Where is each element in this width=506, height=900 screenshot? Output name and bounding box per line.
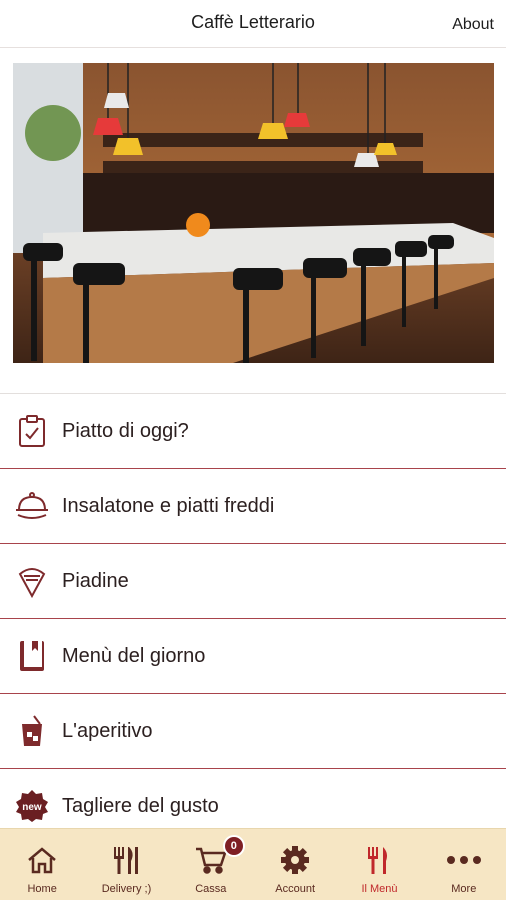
menu-item-aperitivo[interactable]: L'aperitivo xyxy=(0,694,506,769)
new-badge-icon: new xyxy=(14,788,50,824)
tab-delivery[interactable]: Delivery ;) xyxy=(84,829,168,900)
tab-more[interactable]: More xyxy=(422,829,506,900)
gear-icon xyxy=(278,843,312,877)
menu-item-piadine[interactable]: Piadine xyxy=(0,544,506,619)
app-header: Caffè Letterario About xyxy=(0,0,506,48)
tab-cassa[interactable]: 0 Cassa xyxy=(169,829,253,900)
drink-icon xyxy=(14,713,50,749)
page-title: Caffè Letterario xyxy=(191,12,315,32)
menu-item-label: Tagliere del gusto xyxy=(62,794,219,817)
menu-list: Piatto di oggi? Insalatone e piatti fred… xyxy=(0,393,506,844)
tab-label: Account xyxy=(275,883,316,895)
tab-label: Il Menù xyxy=(361,883,398,895)
menu-item-menu-del-giorno[interactable]: Menù del giorno xyxy=(0,619,506,694)
menu-item-piatto-di-oggi[interactable]: Piatto di oggi? xyxy=(0,394,506,469)
menu-item-label: Piadine xyxy=(62,569,129,592)
menu-item-insalatone[interactable]: Insalatone e piatti freddi xyxy=(0,469,506,544)
tab-label: Delivery ;) xyxy=(101,883,152,895)
tab-il-menu[interactable]: Il Menù xyxy=(337,829,421,900)
tab-label: Home xyxy=(27,883,57,895)
more-dots-icon xyxy=(446,843,481,877)
svg-text:new: new xyxy=(22,802,42,813)
clipboard-check-icon xyxy=(14,413,50,449)
about-link[interactable]: About xyxy=(452,16,494,34)
cutlery-icon xyxy=(109,843,143,877)
hero-image xyxy=(13,63,494,363)
menu-item-label: Piatto di oggi? xyxy=(62,419,189,442)
menu-item-label: Menù del giorno xyxy=(62,644,206,667)
tab-account[interactable]: Account xyxy=(253,829,337,900)
menu-item-label: Insalatone e piatti freddi xyxy=(62,494,275,517)
tab-label: More xyxy=(451,883,477,895)
home-icon xyxy=(25,843,59,877)
fork-knife-icon xyxy=(362,843,396,877)
book-icon xyxy=(14,638,50,674)
menu-item-label: L'aperitivo xyxy=(62,719,153,742)
bottom-tab-bar: Home Delivery ;) 0 Cassa Account Il Menù… xyxy=(0,828,506,900)
piadina-icon xyxy=(14,563,50,599)
cart-count-badge: 0 xyxy=(222,835,245,857)
cloche-icon xyxy=(14,488,50,524)
tab-label: Cassa xyxy=(195,883,227,895)
tab-home[interactable]: Home xyxy=(0,829,84,900)
